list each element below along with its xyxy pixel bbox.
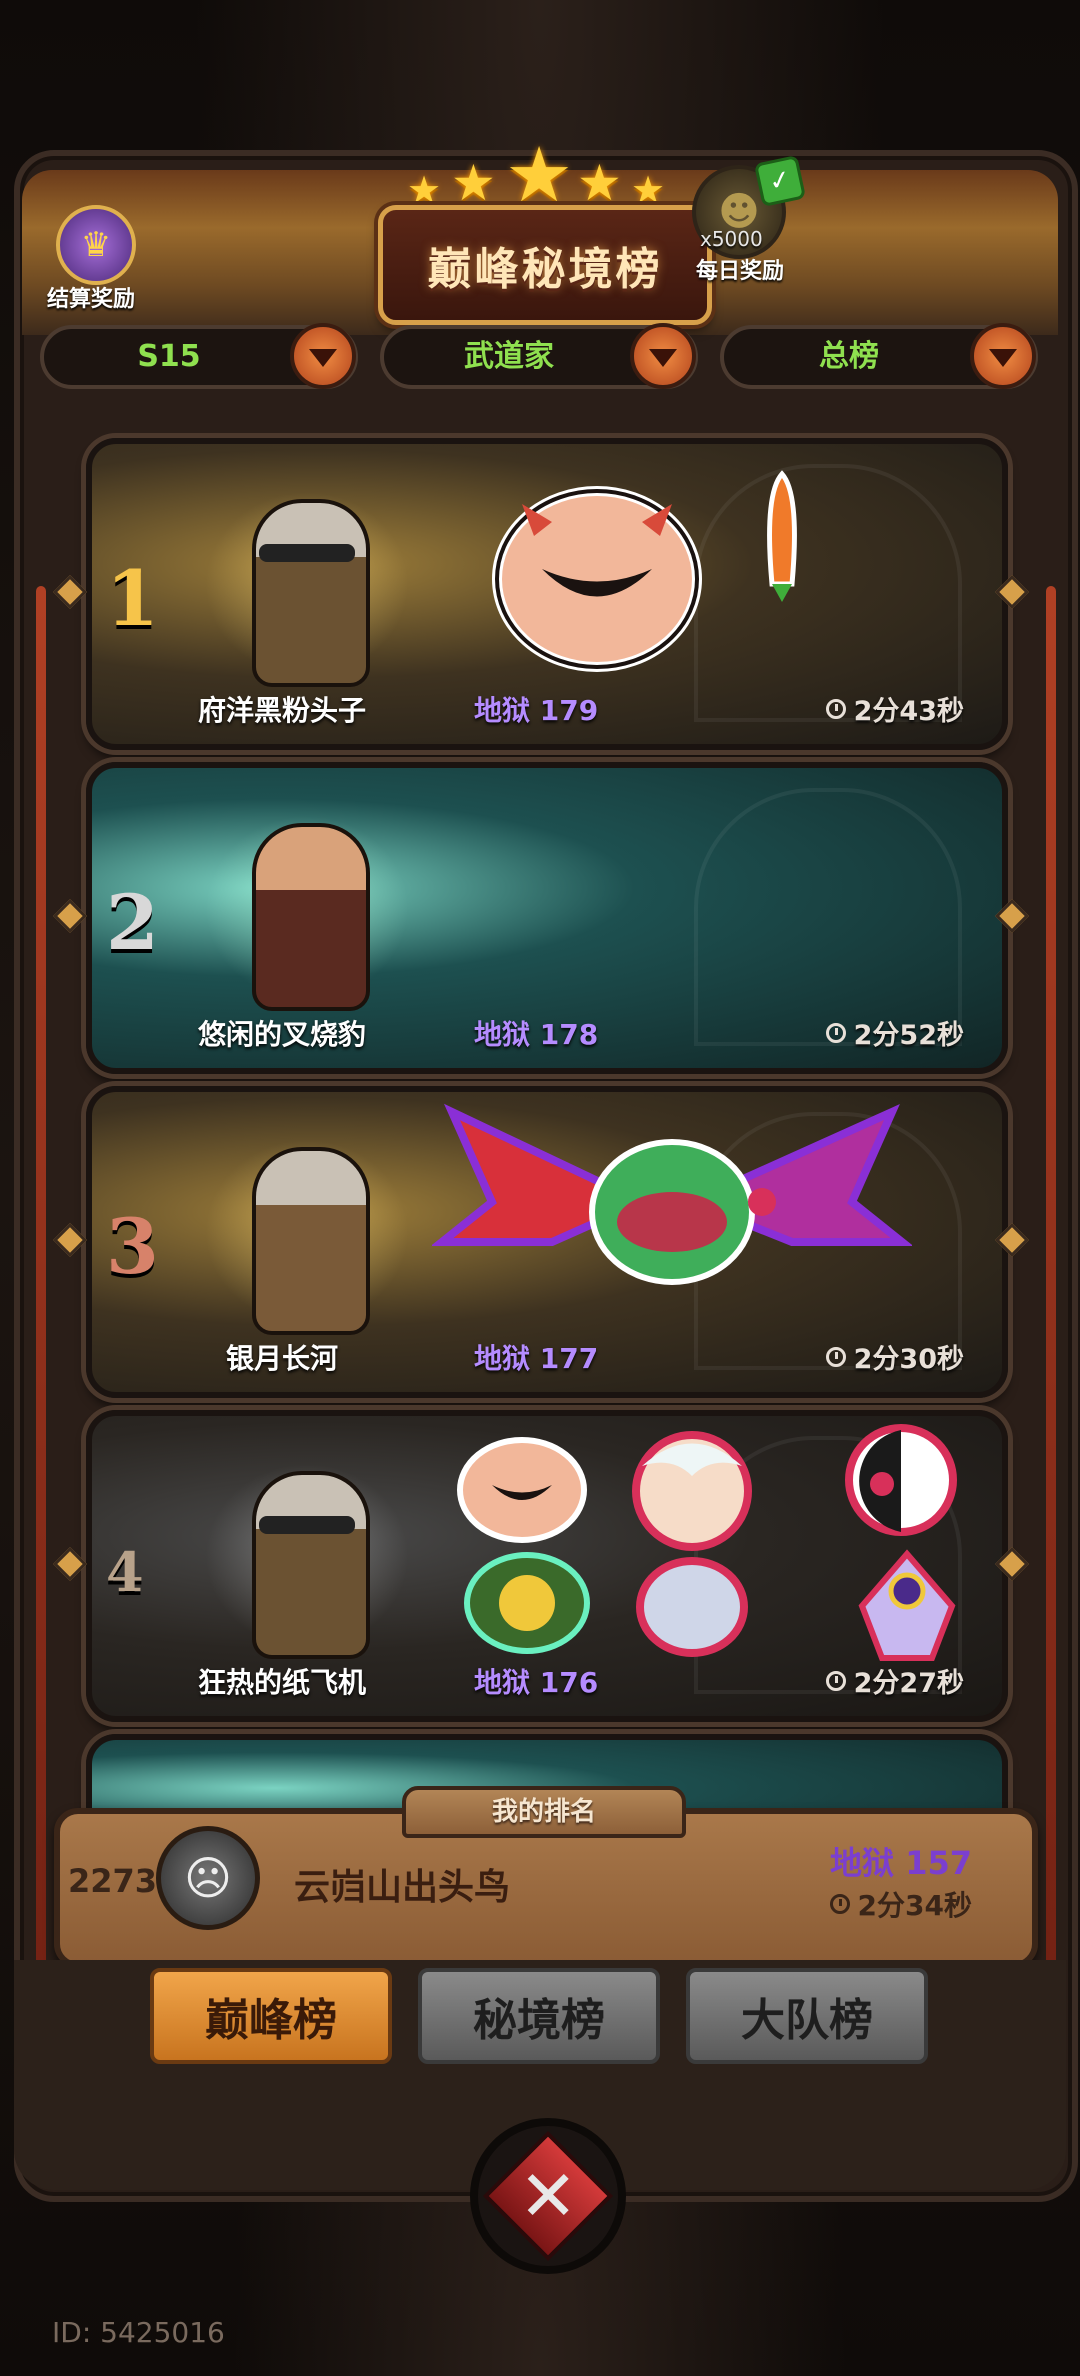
- frame-rail-left: [36, 586, 46, 2106]
- daily-reward-count: x5000: [700, 227, 763, 251]
- daily-reward-label: 每日奖励: [695, 259, 784, 284]
- checkmark-icon: ✓: [753, 154, 807, 208]
- rank-card-1[interactable]: 1 府洋黑粉头子 地狱 179 2分43秒: [86, 438, 1008, 750]
- class-filter-dropdown[interactable]: 武道家: [380, 323, 698, 389]
- crown-badge-icon: ♛: [56, 205, 136, 285]
- avatar[interactable]: ☹: [156, 1826, 260, 1930]
- close-icon: ✕: [482, 2130, 614, 2262]
- my-player-name: 云岿山出头鸟: [294, 1867, 511, 1908]
- scope-filter-value: 总榜: [819, 339, 879, 374]
- chevron-down-icon[interactable]: [290, 323, 356, 389]
- season-filter-dropdown[interactable]: S15: [40, 323, 358, 389]
- clock-icon: [829, 1894, 850, 1914]
- card-window-decor: [694, 788, 962, 1046]
- title-plate: 巅峰秘境榜: [378, 205, 712, 325]
- difficulty-level: 地狱 176: [474, 1666, 599, 1699]
- close-button[interactable]: ✕: [470, 2118, 626, 2274]
- difficulty-level: 地狱 177: [474, 1342, 599, 1375]
- rank-card-4[interactable]: 4 狂热的纸飞机 地狱 176 2分27秒: [86, 1410, 1008, 1722]
- settle-reward-button[interactable]: ♛ 结算奖励: [36, 205, 146, 315]
- rank-number: 4: [106, 1540, 144, 1604]
- rank-number: 1: [106, 554, 159, 643]
- pet-winged-dragon-icon: [432, 1103, 912, 1285]
- clear-time-value: 2分52秒: [853, 1020, 964, 1051]
- clear-time-value: 2分30秒: [853, 1344, 964, 1375]
- pet-devil-icon: [492, 486, 702, 672]
- star-icon: ★: [577, 154, 622, 212]
- my-clear-time-value: 2分34秒: [857, 1889, 972, 1922]
- frame-rail-right: [1046, 586, 1056, 2106]
- rank-number: 2: [106, 878, 159, 967]
- season-filter-value: S15: [137, 339, 201, 374]
- player-name: 银月长河: [225, 1342, 338, 1375]
- player-name: 狂热的纸飞机: [197, 1666, 366, 1699]
- player-hero-avatar: [197, 1122, 417, 1342]
- clock-icon: [825, 1022, 846, 1043]
- scope-filter-dropdown[interactable]: 总榜: [720, 323, 1038, 389]
- clock-icon: [825, 1670, 846, 1691]
- page-title: 巅峰秘境榜: [427, 244, 663, 295]
- pet-masked-icon: [845, 1424, 957, 1536]
- my-rank-title: 我的排名: [402, 1786, 686, 1838]
- player-name: 府洋黑粉头子: [197, 694, 366, 727]
- clear-time: 2分30秒: [825, 1337, 964, 1376]
- tab-team-rank[interactable]: 大队榜: [686, 1968, 928, 2064]
- difficulty-level: 地狱 178: [474, 1018, 599, 1051]
- card-window-decor: [694, 464, 962, 722]
- my-clear-time: 2分34秒: [829, 1884, 972, 1924]
- pet-golden-fist-icon: [464, 1552, 590, 1654]
- player-name: 悠闲的叉烧豹: [197, 1018, 366, 1051]
- player-hero-avatar: [197, 474, 417, 694]
- clear-time-value: 2分43秒: [853, 696, 964, 727]
- pet-cloud-girl-icon: [636, 1557, 748, 1657]
- clock-icon: [825, 698, 846, 719]
- difficulty-level: 地狱 179: [474, 694, 599, 727]
- carrot-icon: [767, 470, 797, 602]
- my-rank-number: 2273: [68, 1862, 158, 1900]
- tab-secret-realm-rank[interactable]: 秘境榜: [418, 1968, 660, 2064]
- player-hero-avatar: [197, 798, 417, 1018]
- pet-crystal-eye-icon: [858, 1549, 956, 1661]
- chevron-down-icon[interactable]: [630, 323, 696, 389]
- rank-card-2[interactable]: 2 悠闲的叉烧豹 地狱 178 2分52秒: [86, 762, 1008, 1074]
- star-icon: ★: [451, 154, 496, 212]
- clear-time-value: 2分27秒: [853, 1668, 964, 1699]
- clear-time: 2分52秒: [825, 1013, 964, 1052]
- chevron-down-icon[interactable]: [970, 323, 1036, 389]
- user-id: ID: 5425016: [52, 2316, 225, 2349]
- my-difficulty-level: 地狱 157: [830, 1844, 972, 1882]
- pet-devil-icon: [457, 1437, 587, 1543]
- clock-icon: [825, 1346, 846, 1367]
- player-hero-avatar: [197, 1446, 417, 1666]
- star-rating: ★ ★ ★ ★ ★: [395, 130, 685, 219]
- clear-time: 2分27秒: [825, 1661, 964, 1700]
- rank-number: 3: [106, 1202, 159, 1291]
- daily-reward-button[interactable]: ☻ ✓ x5000 每日奖励: [680, 154, 807, 295]
- class-filter-value: 武道家: [464, 339, 554, 374]
- settle-reward-label: 结算奖励: [46, 287, 135, 312]
- rank-card-3[interactable]: 3 银月长河 地狱 177 2分30秒: [86, 1086, 1008, 1398]
- clear-time: 2分43秒: [825, 689, 964, 728]
- pet-white-hair-icon: [632, 1431, 752, 1551]
- tab-peak-rank[interactable]: 巅峰榜: [150, 1968, 392, 2064]
